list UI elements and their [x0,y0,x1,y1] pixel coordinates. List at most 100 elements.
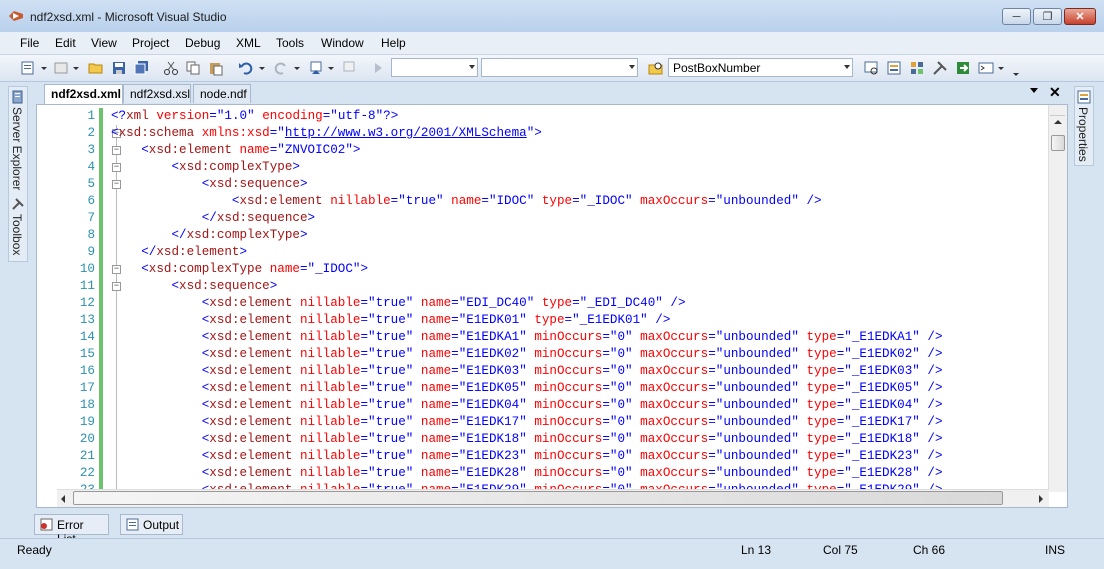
code-line[interactable]: 6 <xsd:element nillable="true" name="IDO… [37,193,1047,210]
code-line[interactable]: 22 <xsd:element nillable="true" name="E1… [37,465,1047,482]
save-icon[interactable] [111,60,127,76]
chevron-down-icon[interactable] [328,67,334,70]
menu-xml[interactable]: XML [236,36,261,50]
server-explorer-icon[interactable] [11,90,25,104]
restore-button[interactable]: ❐ [1033,8,1062,25]
code-line[interactable]: 18 <xsd:element nillable="true" name="E1… [37,397,1047,414]
minimize-button[interactable]: ─ [1002,8,1031,25]
chevron-down-icon[interactable] [73,67,79,70]
find-in-files-icon[interactable] [648,60,664,76]
chevron-down-icon[interactable] [294,67,300,70]
code-line[interactable]: 21 <xsd:element nillable="true" name="E1… [37,448,1047,465]
code-line[interactable]: 12 <xsd:element nillable="true" name="ED… [37,295,1047,312]
copy-icon[interactable] [185,60,201,76]
menu-debug[interactable]: Debug [185,36,220,50]
chevron-down-icon[interactable] [998,67,1004,70]
add-item-icon[interactable] [53,60,69,76]
xml-code-editor[interactable]: 1 <?xml version="1.0" encoding="utf-8"?> 2… [36,104,1068,508]
code-line[interactable]: 4− <xsd:complexType> [37,159,1047,176]
line-number: 9 [87,245,95,259]
left-tool-strip: Server Explorer Toolbox [8,86,28,262]
menu-help[interactable]: Help [381,36,406,50]
code-line[interactable]: 14 <xsd:element nillable="true" name="E1… [37,329,1047,346]
start-debugging-icon[interactable] [370,60,386,76]
properties-icon[interactable] [1077,90,1091,104]
start-page-icon[interactable] [955,60,971,76]
code-line[interactable]: 2− <xsd:schema xmlns:xsd="http://www.w3.o… [37,125,1047,142]
scroll-right-icon[interactable] [1039,495,1043,503]
code-text: <xsd:sequence> [201,177,308,191]
window-title: ndf2xsd.xml - Microsoft Visual Studio [30,10,227,24]
menu-window[interactable]: Window [321,36,364,50]
paste-icon[interactable] [208,60,224,76]
properties-window-icon[interactable] [886,60,902,76]
output-icon [126,518,139,531]
undo-icon[interactable] [238,60,254,76]
visual-studio-icon [9,11,23,21]
save-all-icon[interactable] [134,60,150,76]
cut-icon[interactable] [163,60,179,76]
code-line[interactable]: 16 <xsd:element nillable="true" name="E1… [37,363,1047,380]
code-line[interactable]: 1 <?xml version="1.0" encoding="utf-8"?> [37,108,1047,125]
code-line[interactable]: 3− <xsd:element name="ZNVOIC02"> [37,142,1047,159]
menu-file[interactable]: File [20,36,39,50]
chevron-down-icon[interactable] [259,67,265,70]
close-document-icon[interactable]: ✕ [1049,84,1061,101]
code-line[interactable]: 11− <xsd:sequence> [37,278,1047,295]
solution-platforms-combo[interactable] [481,58,638,77]
code-line[interactable]: 5− <xsd:sequence> [37,176,1047,193]
horizontal-scroll-thumb[interactable] [73,491,1003,505]
code-line[interactable]: 19 <xsd:element nillable="true" name="E1… [37,414,1047,431]
change-marker [99,244,103,261]
tab-node-ndf[interactable]: node.ndf [193,84,251,103]
code-line[interactable]: 10− <xsd:complexType name="_IDOC"> [37,261,1047,278]
tab-error-list[interactable]: Error List [34,514,109,546]
toolbox-icon[interactable] [932,60,948,76]
code-line[interactable]: 13 <xsd:element nillable="true" name="E1… [37,312,1047,329]
open-folder-icon[interactable] [88,60,104,76]
code-line[interactable]: 17 <xsd:element nillable="true" name="E1… [37,380,1047,397]
vertical-scroll-thumb[interactable] [1051,135,1065,151]
solution-explorer-icon[interactable] [863,60,879,76]
menu-bar: File Edit View Project Debug XML Tools W… [0,32,1104,55]
close-window-button[interactable]: ✕ [1064,8,1096,25]
split-handle[interactable] [1050,107,1065,116]
toolbox-icon[interactable] [11,197,25,211]
active-files-dropdown-icon[interactable] [1030,88,1038,93]
menu-edit[interactable]: Edit [55,36,76,50]
chevron-down-icon[interactable] [41,67,47,70]
object-browser-icon[interactable] [909,60,925,76]
scroll-up-icon[interactable] [1054,120,1062,124]
toolbar-overflow-icon[interactable] [1013,73,1019,76]
tab-ndf2xsd-xml[interactable]: ndf2xsd.xml [44,84,123,104]
code-line[interactable]: 9 </xsd:element> [37,244,1047,261]
command-window-icon[interactable] [978,60,994,76]
code-line[interactable]: 15 <xsd:element nillable="true" name="E1… [37,346,1047,363]
solution-configurations-combo[interactable] [391,58,478,77]
code-line[interactable]: 7 </xsd:sequence> [37,210,1047,227]
code-text: <xsd:element nillable="true" name="E1EDK… [201,347,943,361]
menu-view[interactable]: View [91,36,117,50]
server-explorer-tab[interactable]: Server Explorer [10,107,24,190]
chevron-down-icon [844,65,850,69]
redo-icon[interactable] [273,60,289,76]
code-line[interactable]: 20 <xsd:element nillable="true" name="E1… [37,431,1047,448]
navigate-backward-icon[interactable] [308,60,324,76]
find-combo[interactable]: PostBoxNumber [668,58,853,77]
toolbox-tab[interactable]: Toolbox [10,214,24,255]
tab-ndf2xsd-xsl[interactable]: ndf2xsd.xsl [123,84,191,103]
find-combo-value: PostBoxNumber [673,61,761,75]
navigate-forward-icon[interactable] [341,60,357,76]
menu-tools[interactable]: Tools [276,36,304,50]
code-line[interactable]: 8 </xsd:complexType> [37,227,1047,244]
properties-tab[interactable]: Properties [1076,107,1090,162]
tab-output[interactable]: Output [120,514,183,535]
scroll-left-icon[interactable] [61,495,65,503]
code-text: <xsd:element nillable="true" name="E1EDK… [201,330,943,344]
horizontal-scrollbar[interactable] [57,489,1049,507]
new-project-icon[interactable] [20,60,36,76]
code-text: </xsd:element> [141,245,248,259]
menu-project[interactable]: Project [132,36,169,50]
vertical-scrollbar[interactable] [1048,105,1067,492]
change-marker [99,448,103,465]
